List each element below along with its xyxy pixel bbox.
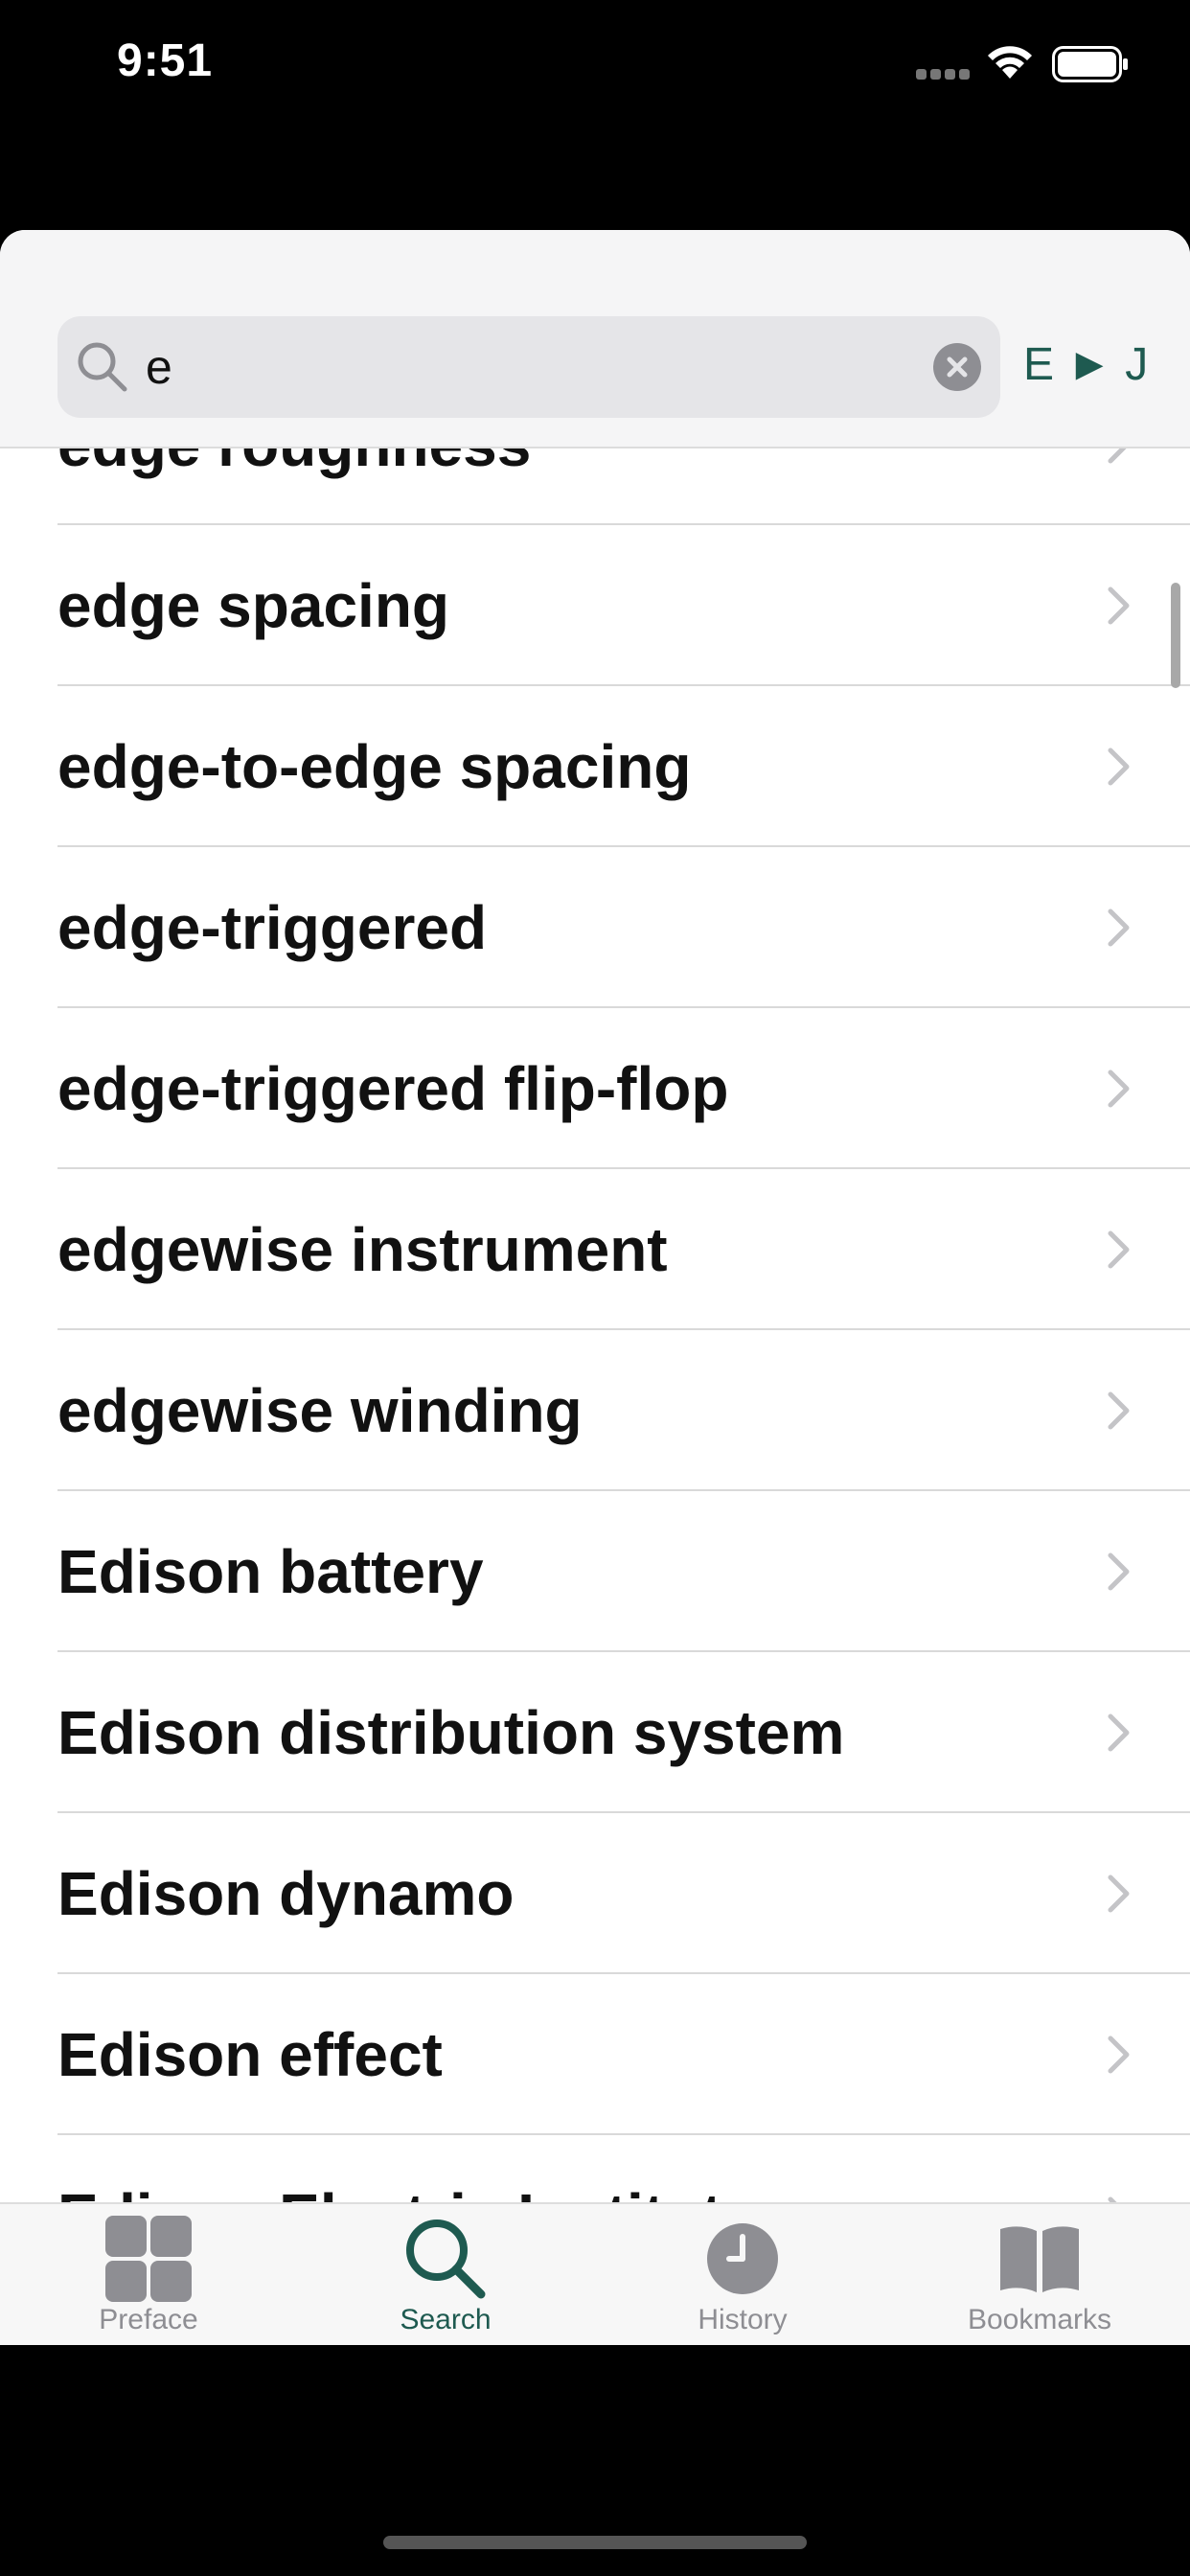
result-row[interactable]: edgewise instrument [0,1169,1190,1330]
tab-label: Bookmarks [967,2304,1112,2335]
chevron-right-icon [1108,1230,1130,1269]
result-label: edge-to-edge spacing [57,732,692,801]
scroll-indicator[interactable] [1171,583,1180,688]
result-label: Edison effect [57,2020,443,2089]
result-row[interactable]: Edison effect [0,1974,1190,2135]
tab-label: Preface [99,2304,198,2335]
clock-icon [707,2223,778,2294]
status-time: 9:51 [117,35,214,86]
chevron-right-icon [1108,1874,1130,1913]
result-label: edge-triggered flip-flop [57,1054,729,1123]
results-list[interactable]: edge roughnessedge spacingedge-to-edge s… [0,230,1190,2202]
result-label: Edison battery [57,1537,484,1606]
result-label: Edison Electric Institute [57,2135,756,2202]
tab-bar: Preface Search History Bookmarks [0,2202,1190,2345]
close-icon [947,356,968,378]
result-row[interactable]: edge-triggered flip-flop [0,1008,1190,1169]
result-row[interactable]: Edison Electric Institute [0,2135,1190,2202]
result-row[interactable]: edgewise winding [0,1330,1190,1491]
chevron-right-icon [1108,1714,1130,1752]
search-input[interactable] [146,328,874,406]
chevron-right-icon [1108,908,1130,947]
chevron-right-icon [1108,748,1130,786]
book-icon [1000,2226,1079,2292]
home-indicator[interactable] [383,2536,807,2549]
search-sheet: edge roughnessedge spacingedge-to-edge s… [0,230,1190,2345]
result-label: Edison dynamo [57,1859,515,1928]
result-label: edgewise instrument [57,1215,668,1284]
result-row[interactable]: edge-triggered [0,847,1190,1008]
result-row[interactable]: Edison dynamo [0,1813,1190,1974]
tab-label: Search [400,2304,492,2335]
grid-icon [105,2216,192,2302]
search-header: E ► J [0,230,1190,448]
chevron-right-icon [1108,1552,1130,1591]
chevron-right-icon [1108,1392,1130,1430]
chevron-right-icon [1108,2036,1130,2074]
search-box[interactable] [57,316,1000,418]
result-row[interactable]: edge-to-edge spacing [0,686,1190,847]
chevron-right-icon [1108,1070,1130,1108]
result-label: edge spacing [57,571,449,640]
battery-icon [1052,46,1128,82]
tab-preface[interactable]: Preface [0,2204,297,2345]
result-label: edge-triggered [57,893,488,962]
clear-search-button[interactable] [933,343,981,391]
result-label: Edison distribution system [57,1698,845,1767]
chevron-right-icon [1108,2196,1117,2202]
result-row[interactable]: edge spacing [0,525,1190,686]
result-row[interactable]: Edison distribution system [0,1652,1190,1813]
tab-history[interactable]: History [594,2204,891,2345]
result-label: edgewise winding [57,1376,583,1445]
status-bar: 9:51 [0,0,1190,134]
result-row[interactable]: Edison battery [0,1491,1190,1652]
tab-search[interactable]: Search [297,2204,594,2345]
tab-bookmarks[interactable]: Bookmarks [891,2204,1188,2345]
wifi-icon [988,46,1032,79]
tab-label: History [698,2304,788,2335]
search-icon [406,2220,486,2299]
search-icon [78,342,127,392]
language-direction-toggle[interactable]: E ► J [1023,338,1148,396]
cellular-signal-icon [916,69,972,80]
chevron-right-icon [1108,586,1130,625]
